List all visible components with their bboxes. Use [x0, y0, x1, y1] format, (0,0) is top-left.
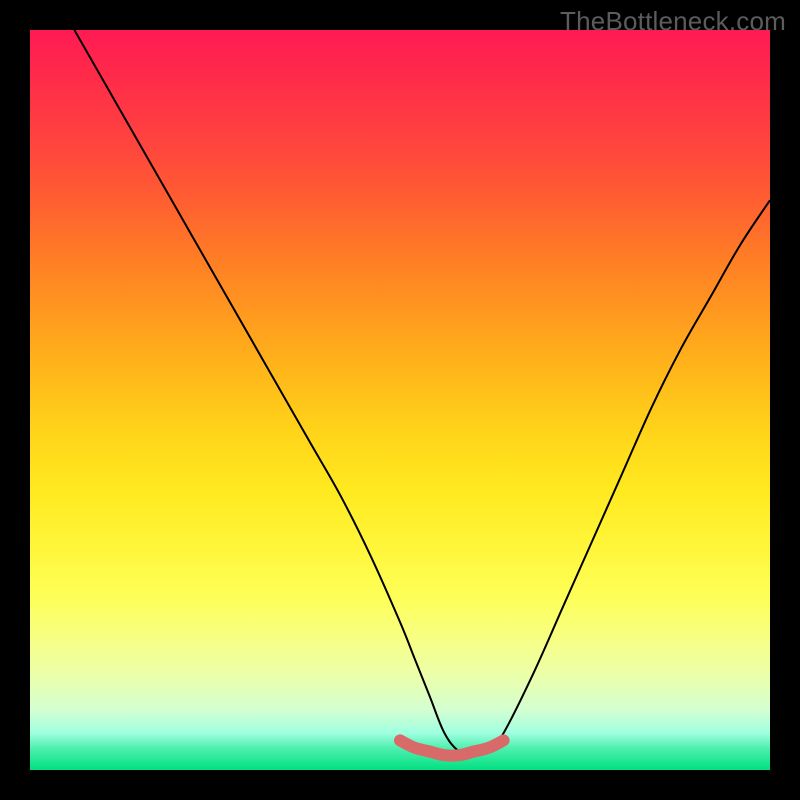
- curve-group: [74, 30, 770, 755]
- valley-marker: [400, 740, 504, 755]
- valley-highlight: [400, 740, 504, 755]
- bottleneck-curve: [74, 30, 770, 755]
- watermark-text: TheBottleneck.com: [560, 6, 786, 37]
- chart-stage: TheBottleneck.com: [0, 0, 800, 800]
- plot-gradient-area: [30, 30, 770, 770]
- plot-svg: [30, 30, 770, 770]
